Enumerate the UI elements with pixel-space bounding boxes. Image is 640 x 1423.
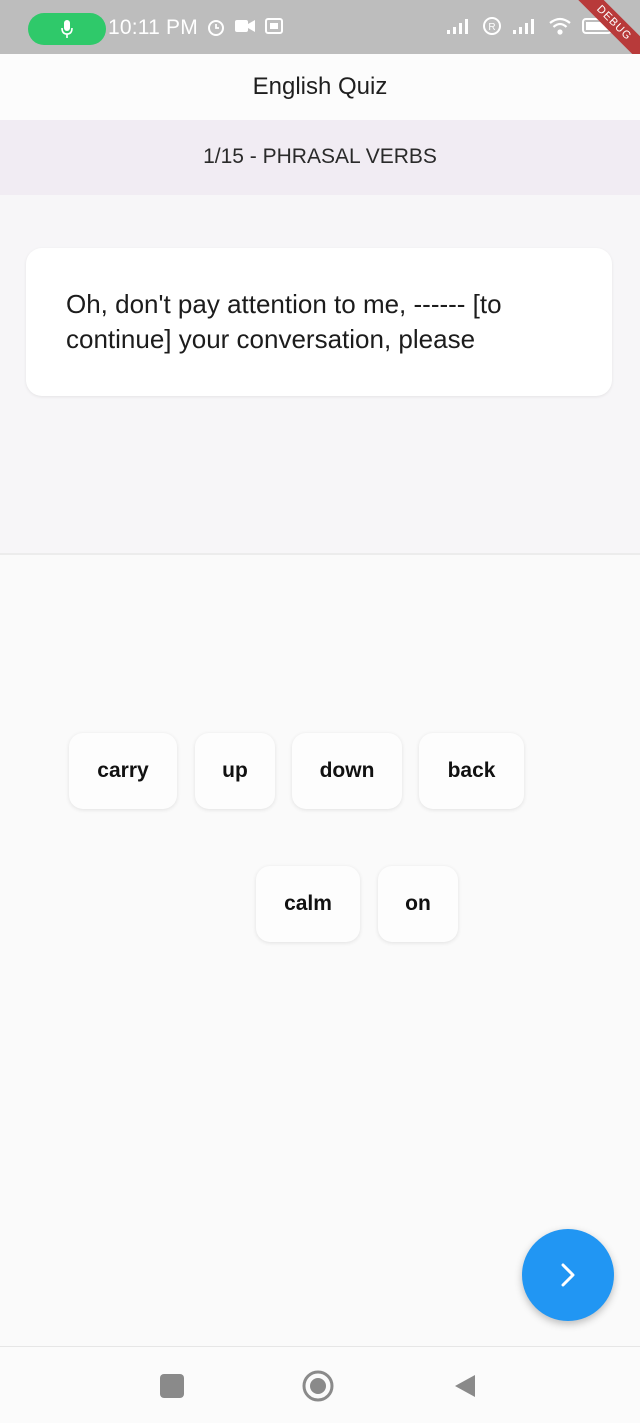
wifi-icon [549,17,571,35]
word-chip-carry[interactable]: carry [69,733,177,809]
svg-text:R: R [488,22,495,33]
alarm-icon [208,20,224,36]
hd-icon: R [483,17,501,35]
word-chip-on[interactable]: on [378,866,458,942]
back-button[interactable] [447,1369,481,1403]
word-chip-calm[interactable]: calm [256,866,360,942]
signal-icon-1 [447,19,468,34]
circle-icon [302,1370,334,1402]
video-record-icon [235,20,255,32]
signal-icon-2 [513,19,534,34]
app-title: English Quiz [252,73,388,100]
word-chip-back[interactable]: back [419,733,524,809]
home-button[interactable] [301,1369,335,1403]
word-chip-down[interactable]: down [292,733,402,809]
next-button[interactable] [522,1229,614,1321]
chevron-right-icon [561,1263,575,1287]
word-chip-up[interactable]: up [195,733,275,809]
mic-indicator [28,13,106,45]
triangle-back-icon [455,1375,475,1397]
category-banner: 1/15 - PHRASAL VERBS [0,120,640,195]
question-text: Oh, don't pay attention to me, ------ [t… [66,289,502,354]
question-card: Oh, don't pay attention to me, ------ [t… [26,248,612,396]
app-bar: English Quiz [0,54,640,120]
status-bar: 10:11 PM R DEBUG [0,0,640,72]
screenshot-icon [265,18,283,34]
microphone-icon [61,20,73,38]
system-navigation-bar [0,1346,640,1423]
status-time: 10:11 PM [108,16,198,39]
square-icon [160,1374,184,1398]
question-area: Oh, don't pay attention to me, ------ [t… [0,195,640,555]
question-progress-category: 1/15 - PHRASAL VERBS [203,145,437,168]
recents-button[interactable] [155,1369,189,1403]
